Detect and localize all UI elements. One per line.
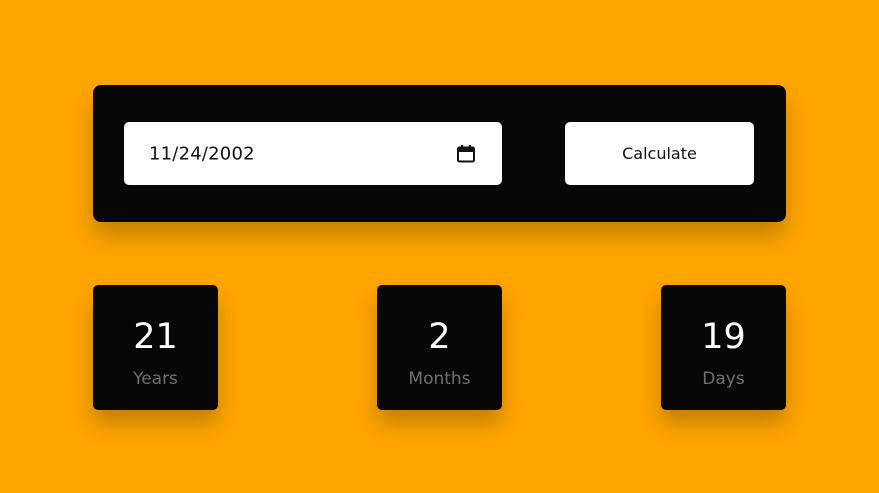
months-card: 2 Months <box>377 285 502 410</box>
days-value: 19 <box>701 317 746 357</box>
calendar-icon[interactable] <box>456 144 476 164</box>
calculate-button[interactable]: Calculate <box>565 122 754 185</box>
input-panel: 11/24/2002 Calculate <box>93 85 786 222</box>
days-card: 19 Days <box>661 285 786 410</box>
days-label: Days <box>702 369 745 389</box>
date-value[interactable]: 11/24/2002 <box>149 143 255 164</box>
years-card: 21 Years <box>93 285 218 410</box>
years-label: Years <box>133 369 178 389</box>
months-label: Months <box>408 369 471 389</box>
birthdate-input[interactable]: 11/24/2002 <box>124 122 502 185</box>
months-value: 2 <box>428 317 451 357</box>
years-value: 21 <box>133 317 178 357</box>
